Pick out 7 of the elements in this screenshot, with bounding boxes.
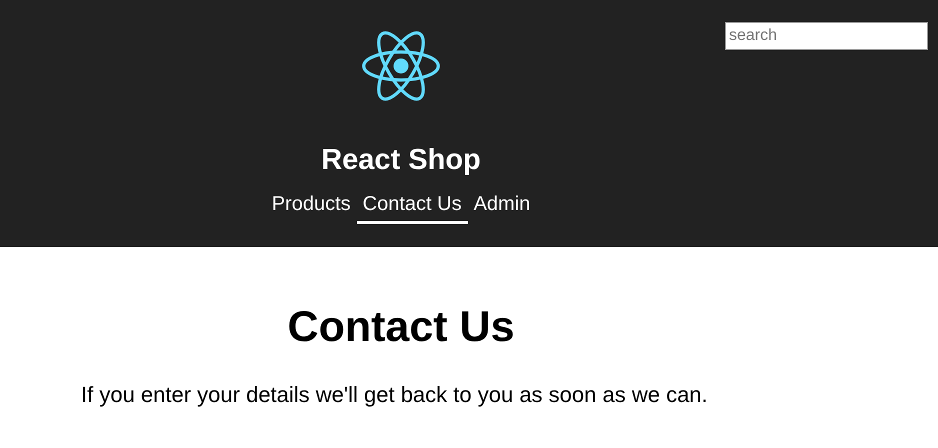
page-heading: Contact Us <box>286 302 516 353</box>
nav-link[interactable]: Admin <box>468 190 536 224</box>
intro-text: If you enter your details we'll get back to you as soon as we can. <box>81 381 709 409</box>
nav-link[interactable]: Products <box>266 190 357 224</box>
site-title: React Shop <box>321 143 481 177</box>
nav-link[interactable]: Contact Us <box>356 190 468 224</box>
search-field[interactable]: search <box>725 22 928 50</box>
